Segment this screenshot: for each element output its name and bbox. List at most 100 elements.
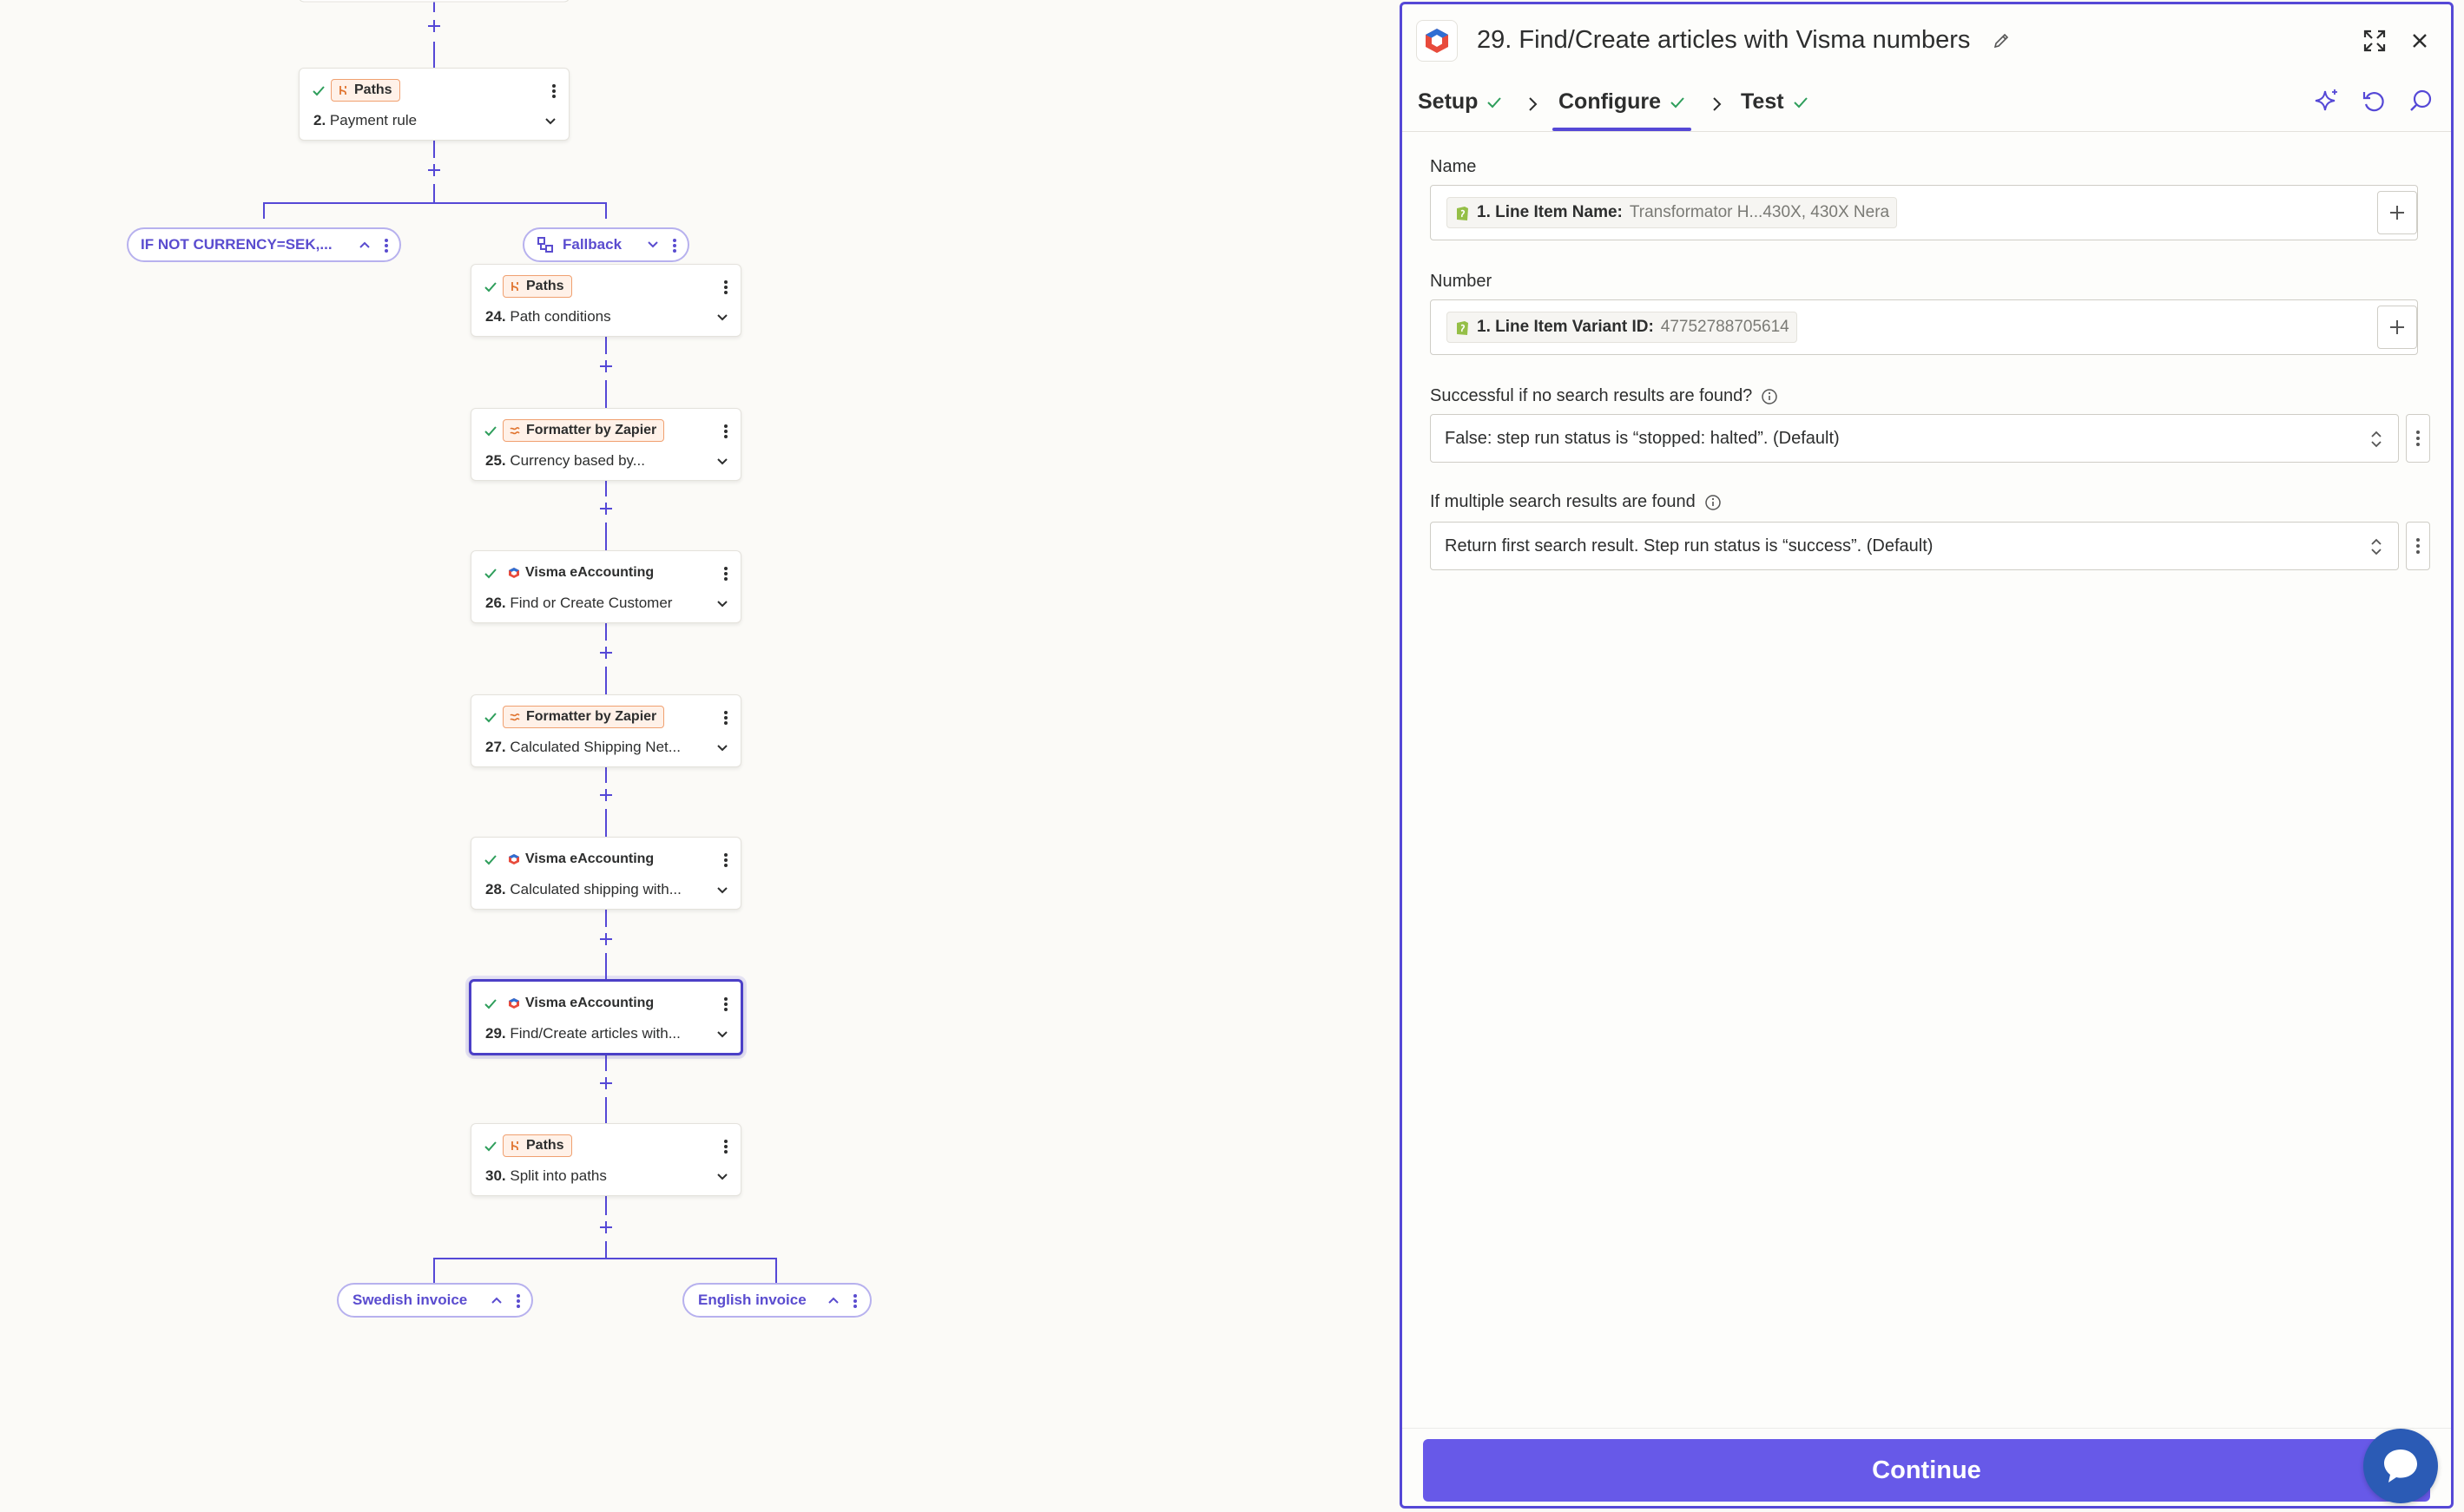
step-node-24[interactable]: Paths 24. Path conditions [471,264,741,337]
no-results-select[interactable]: False: step run status is “stopped: halt… [1430,414,2399,463]
chevron-up-icon[interactable] [491,1297,502,1304]
token-value: 47752788705614 [1660,318,1789,336]
field-options-button[interactable] [2406,414,2430,463]
step-node-30[interactable]: Paths 30. Split into paths [471,1123,741,1196]
visma-app-icon [509,568,519,578]
kebab-menu-icon[interactable] [516,1293,521,1309]
continue-button[interactable]: Continue [1423,1439,2430,1502]
add-step-plus-icon[interactable] [599,502,613,516]
step-editor-panel: 29. Find/Create articles with Visma numb… [1400,2,2454,1509]
close-icon[interactable] [2409,30,2430,51]
chevron-right-icon [1529,97,1538,111]
step-title: 30. Split into paths [485,1167,702,1185]
expand-icon[interactable] [2362,29,2387,53]
kebab-menu-icon[interactable] [384,238,389,253]
chat-bubble-icon [2384,1450,2417,1482]
step-title: 29. Find/Create articles with... [485,1025,702,1042]
chevron-down-icon[interactable] [716,600,728,608]
insert-data-button[interactable] [2377,306,2417,349]
add-step-plus-icon[interactable] [599,359,613,373]
kebab-menu-icon[interactable] [723,1138,728,1155]
shopify-icon [1457,207,1468,220]
step-number: 25. [485,452,506,469]
checkmark-icon [1487,96,1502,108]
chevron-down-icon[interactable] [716,1030,728,1039]
add-step-plus-icon[interactable] [599,932,613,946]
path-pill-label: Swedish invoice [352,1292,468,1308]
chevron-down-icon[interactable] [716,744,728,753]
add-step-plus-icon[interactable] [599,1220,613,1234]
app-badge: Visma eAccounting [503,848,661,871]
tab-test[interactable]: Test [1741,89,1808,115]
step-title: 24. Path conditions [485,308,702,325]
path-pill-if-not-currency[interactable]: IF NOT CURRENCY=SEK,... [127,227,401,262]
app-badge: Formatter by Zapier [503,419,665,442]
tab-setup[interactable]: Setup [1418,89,1502,115]
chevron-down-icon[interactable] [716,457,728,466]
kebab-menu-icon[interactable] [723,996,728,1013]
ai-sparkle-icon[interactable] [2314,88,2340,114]
chevron-down-icon[interactable] [648,241,658,248]
name-field[interactable]: 1. Line Item Name: Transformator H...430… [1430,185,2418,240]
kebab-menu-icon[interactable] [723,279,728,296]
step-name: Find or Create Customer [505,595,673,611]
shopify-icon [1457,321,1468,335]
field-label-number: Number [1430,272,1492,291]
path-pill-english-invoice[interactable]: English invoice [682,1283,872,1318]
field-label-name: Name [1430,157,1477,176]
mapped-value-token[interactable]: 1. Line Item Name: Transformator H...430… [1446,197,1898,228]
path-pill-swedish-invoice[interactable]: Swedish invoice [337,1283,533,1318]
multiple-results-select[interactable]: Return first search result. Step run sta… [1430,522,2399,570]
step-node-2[interactable]: Paths 2. Payment rule [299,68,570,141]
kebab-menu-icon[interactable] [723,709,728,726]
kebab-menu-icon[interactable] [853,1293,858,1309]
visma-app-icon [509,854,519,864]
kebab-menu-icon[interactable] [672,238,677,253]
step-node-26[interactable]: Visma eAccounting 26. Find or Create Cust… [471,550,741,623]
step-node-29-selected[interactable]: Visma eAccounting 29. Find/Create article… [469,979,743,1055]
app-badge: Visma eAccounting [503,562,661,584]
kebab-menu-icon[interactable] [723,423,728,440]
info-icon[interactable] [1704,494,1722,511]
step-node-25[interactable]: Formatter by Zapier 25. Currency based by… [471,408,741,481]
path-pill-fallback[interactable]: Fallback [523,227,689,262]
chevron-up-icon[interactable] [359,241,370,248]
chevron-down-icon[interactable] [716,1173,728,1181]
undo-icon[interactable] [2361,88,2387,114]
workflow-canvas[interactable]: IF NOT CURRENCY=SEK,... Fallback Swedish… [0,0,1400,1512]
step-number: 24. [485,308,506,325]
add-step-plus-icon[interactable] [599,646,613,660]
path-pill-label: Fallback [563,236,623,253]
panel-title[interactable]: 29. Find/Create articles with Visma numb… [1477,26,1970,55]
field-options-button[interactable] [2406,522,2430,570]
app-badge: Visma eAccounting [503,992,661,1015]
step-node-28[interactable]: Visma eAccounting 28. Calculated shipping… [471,837,741,910]
info-icon[interactable] [1761,388,1778,405]
app-name: Paths [526,279,564,293]
insert-data-button[interactable] [2377,191,2417,234]
chevron-down-icon[interactable] [716,313,728,322]
kebab-menu-icon[interactable] [723,565,728,582]
kebab-menu-icon[interactable] [723,851,728,869]
field-label-text: If multiple search results are found [1430,492,1696,511]
chat-support-button[interactable] [2363,1429,2438,1503]
number-field[interactable]: 1. Line Item Variant ID: 47752788705614 [1430,299,2418,355]
edit-pencil-icon[interactable] [1993,32,2010,49]
chevron-down-icon[interactable] [544,117,557,126]
add-step-plus-icon[interactable] [599,788,613,802]
step-node-27[interactable]: Formatter by Zapier 27. Calculated Shippi… [471,694,741,767]
mapped-value-token[interactable]: 1. Line Item Variant ID: 47752788705614 [1446,312,1797,343]
add-step-plus-icon[interactable] [427,163,441,177]
select-value: False: step run status is “stopped: halt… [1445,428,1840,448]
tab-configure[interactable]: Configure [1558,89,1685,115]
checkmark-icon [484,282,497,293]
search-icon[interactable] [2408,88,2434,114]
chevron-down-icon[interactable] [716,886,728,895]
field-label-text: Successful if no search results are foun… [1430,386,1753,405]
add-step-plus-icon[interactable] [427,19,441,33]
chevron-up-icon[interactable] [828,1297,839,1304]
step-number: 2. [313,112,326,128]
formatter-app-icon [510,427,520,435]
add-step-plus-icon[interactable] [599,1076,613,1090]
kebab-menu-icon[interactable] [551,82,557,100]
